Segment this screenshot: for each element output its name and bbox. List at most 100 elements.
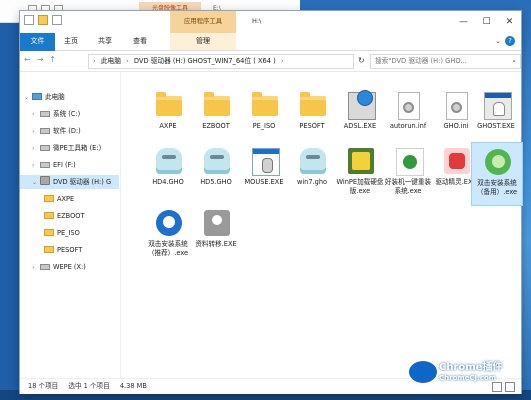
maximize-button[interactable]: ☐ [475,11,498,33]
breadcrumb-dvd-drive[interactable]: DVD 驱动器 (H:) GHOST_WIN7_64位 ( X64 ) [134,57,276,65]
sidebar-item-f-drive[interactable]: › EFI (F:) [32,158,76,172]
chevron-right-icon[interactable]: › [281,57,284,65]
sidebar-item-pe-iso[interactable]: PE_ISO [44,226,80,240]
sidebar-item-this-pc[interactable]: ⌄ 此电脑 [24,90,65,104]
chevron-right-icon[interactable]: › [93,57,96,65]
file-item-winpe[interactable]: WinPE加载硬盘版.exe [335,142,385,204]
file-item-ghost-exe[interactable]: GHOST.EXE [471,86,521,148]
folder-icon [44,246,54,253]
selected-size: 4.38 MB [119,382,147,390]
watermark-url: ChromeCJ.com [439,374,497,382]
navigation-pane: ⌄ 此电脑 › 系统 (C:) › 软件 (D:) › 微PE工具箱 (E:) › EFI… [20,72,121,378]
breadcrumb-this-pc[interactable]: 此电脑 [101,57,121,65]
file-item-mouse-exe[interactable]: MOUSE.EXE [239,142,289,204]
sidebar-item-ezboot[interactable]: EZBOOT [44,209,85,223]
search-input[interactable]: ⌕ 搜索"DVD 驱动器 (H:) GHO... [370,54,521,69]
install-app-icon [156,210,182,236]
network-globe-icon [348,90,376,120]
up-button[interactable]: ↑ [49,55,56,64]
tab-view[interactable]: 查看 [125,33,155,50]
sidebar-item-c-drive[interactable]: › 系统 (C:) [32,107,80,121]
sidebar-item-x-drive[interactable]: › WEPE (X:) [32,260,86,274]
properties-icon[interactable] [24,15,34,25]
ghost-image-icon [156,148,182,174]
file-item-hd5-gho[interactable]: HD5.GHO [191,142,241,204]
desktop-background [0,0,20,400]
ribbon-expand[interactable]: ⌄? [495,36,515,46]
item-count: 18 个项目 [28,382,59,390]
selected-count: 选中 1 个项目 [68,382,110,390]
file-item-adsl[interactable]: ADSL.EXE [335,86,385,148]
dvd-icon [40,176,50,185]
sidebar-item-d-drive[interactable]: › 软件 (D:) [32,124,81,138]
search-placeholder: 搜索"DVD 驱动器 (H:) GHO... [375,57,467,65]
drive-icon [40,128,50,134]
ghost-image-icon [300,148,326,174]
file-list: AXPE EZBOOT PE_ISO PESOFT ADSL.EXE autor… [121,72,523,378]
file-item-win7-gho[interactable]: win7.gho [287,142,337,204]
folder-icon [204,92,230,116]
ghost-app-icon [484,92,512,120]
context-tab-app-tools[interactable]: 应用程序工具 [170,11,236,33]
install-app-icon [485,149,511,175]
file-item-pesoft[interactable]: PESOFT [287,86,337,148]
window-controls: — ☐ ✕ [452,11,521,33]
minimize-button[interactable]: — [452,11,475,33]
transfer-app-icon [204,210,230,236]
folder-icon [252,92,278,116]
file-item-hd4-gho[interactable]: HD4.GHO [143,142,193,204]
folder-icon [44,195,54,202]
address-bar-row: ← → ↑ › 此电脑 › DVD 驱动器 (H:) GHOST_WIN7_64位 … [20,51,521,72]
forward-button[interactable]: → [37,55,44,64]
search-icon: ⌕ [512,57,516,65]
file-item-axpe[interactable]: AXPE [143,86,193,148]
settings-file-icon [446,92,468,120]
watermark-logo [407,359,439,385]
winpe-app-icon [348,148,374,174]
tab-home[interactable]: 主页 [56,33,86,50]
customize-toolbar-icon[interactable] [52,15,62,25]
computer-icon [32,93,42,100]
drive-icon [40,145,50,151]
refresh-button[interactable]: ↻ [358,56,365,65]
window-title: H:\ [252,17,262,25]
file-item-pe-iso[interactable]: PE_ISO [239,86,289,148]
back-button[interactable]: ← [24,55,31,64]
tab-manage[interactable]: 管理 [170,33,236,50]
settings-file-icon [398,92,420,120]
file-item-install-backup[interactable]: 双击安装系统（备用）.exe [471,142,523,206]
sidebar-item-pesoft[interactable]: PESOFT [44,243,82,257]
chevron-right-icon[interactable]: › [126,57,129,65]
folder-icon [156,92,182,116]
folder-icon [44,229,54,236]
folder-icon [44,212,54,219]
ribbon-tabs: 文件 主页 共享 查看 管理 ⌄? [20,33,521,95]
quick-access-toolbar [24,15,66,27]
title-bar[interactable]: 应用程序工具 H:\ — ☐ ✕ [20,11,521,33]
sidebar-item-axpe[interactable]: AXPE [44,192,74,206]
file-item-ezboot[interactable]: EZBOOT [191,86,241,148]
drive-icon [40,162,50,168]
file-item-install-recommended[interactable]: 双击安装系统（推荐）.exe [143,204,193,266]
mouse-app-icon [252,148,280,176]
help-icon[interactable]: ? [505,36,515,46]
reinstall-app-icon [396,148,424,176]
new-folder-icon[interactable] [38,15,48,25]
ghost-image-icon [204,148,230,174]
watermark-title: Chrome插件 [439,362,503,373]
drive-icon [40,111,50,117]
tab-share[interactable]: 共享 [90,33,120,50]
file-item-ziliao[interactable]: 资料转移.EXE [191,204,241,266]
explorer-window: 应用程序工具 H:\ — ☐ ✕ 文件 主页 共享 查看 管理 ⌄? ← → ↑ ›… [20,11,523,394]
driver-app-icon [444,148,470,174]
close-button[interactable]: ✕ [498,11,521,33]
folder-icon [300,92,326,116]
drive-icon [40,264,50,270]
address-field[interactable]: › 此电脑 › DVD 驱动器 (H:) GHOST_WIN7_64位 ( X6… [88,54,354,69]
file-item-haozhuangji[interactable]: 好装机一键重装系统.exe [383,142,433,204]
chevron-down-icon[interactable]: ⌄ [495,37,501,45]
sidebar-item-h-drive[interactable]: ⌄ DVD 驱动器 (H:) G [20,175,119,189]
sidebar-item-e-drive[interactable]: › 微PE工具箱 (E:) [32,141,101,155]
watermark: Chrome插件 ChromeCJ.com [407,355,527,395]
file-item-autorun[interactable]: autorun.inf [383,86,433,148]
